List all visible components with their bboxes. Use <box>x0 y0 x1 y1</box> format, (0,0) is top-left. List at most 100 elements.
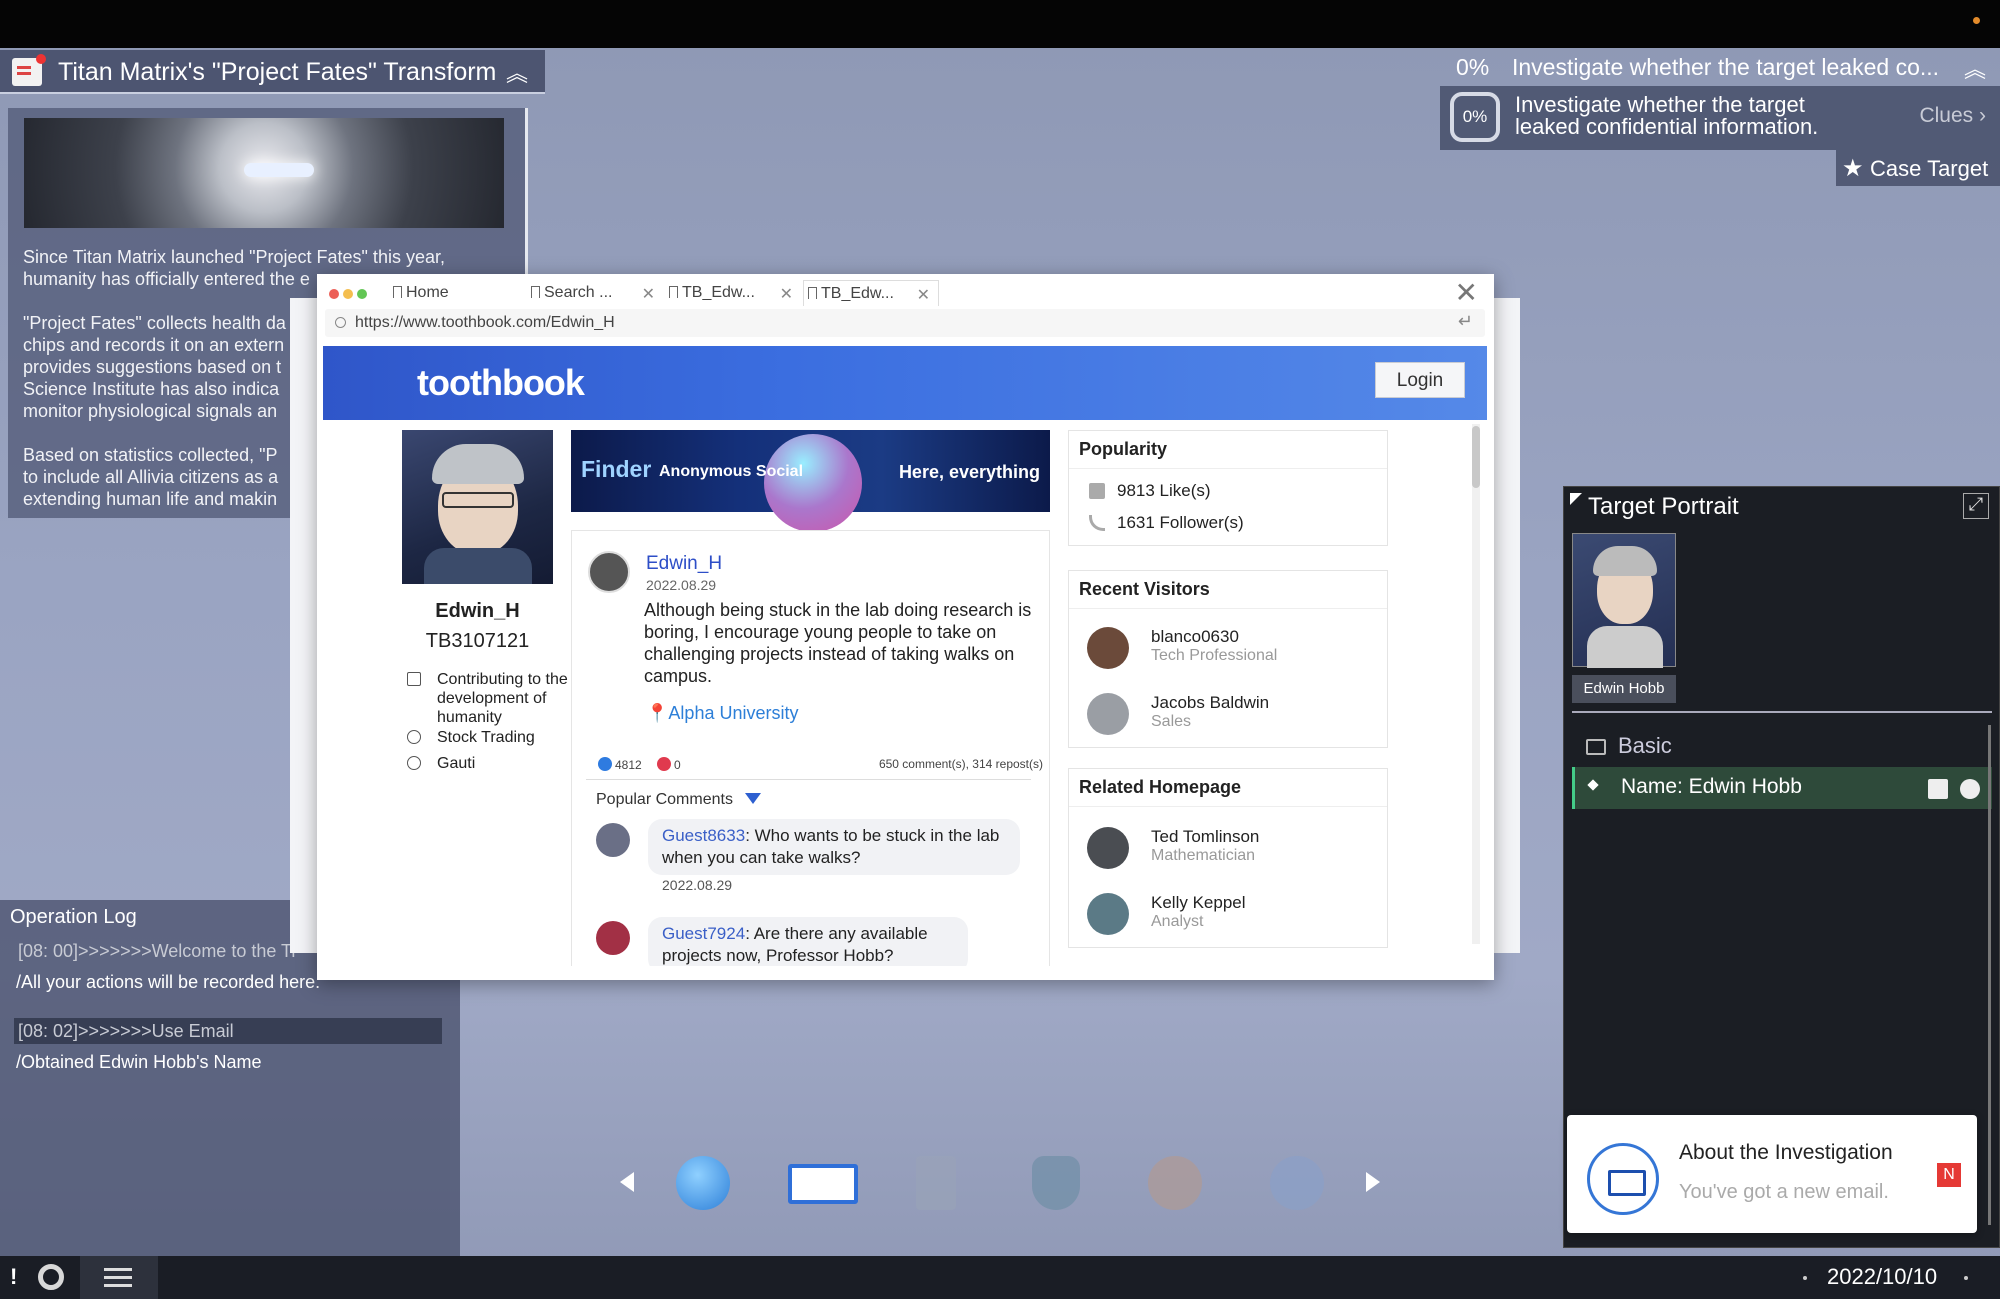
profile-id: TB3107121 <box>425 630 530 652</box>
tab-search[interactable]: Search ... ✕ <box>527 280 663 306</box>
operation-log-title: Operation Log <box>10 906 137 928</box>
close-dot-icon[interactable] <box>329 289 339 299</box>
commenter-avatar[interactable] <box>596 921 630 955</box>
case-target-button[interactable]: ★ Case Target <box>1836 150 2000 186</box>
game-date: 2022/10/10 <box>1827 1264 1938 1289</box>
clues-label: Clues <box>1919 104 1974 127</box>
bookmark-icon <box>669 286 678 298</box>
avatar <box>1087 827 1129 869</box>
news-header[interactable]: Titan Matrix's "Project Fates" Transform… <box>0 50 545 94</box>
post-avatar[interactable] <box>588 551 630 593</box>
hair-shape <box>432 444 524 484</box>
profile-avatar <box>402 430 553 584</box>
dock-prev-icon[interactable] <box>620 1172 634 1192</box>
post-username[interactable]: Edwin_H <box>646 553 722 575</box>
related-homepage-title: Related Homepage <box>1069 769 1387 807</box>
recent-visitors-card: Recent Visitors blanco0630 Tech Professio… <box>1068 570 1388 748</box>
notification-title: About the Investigation <box>1679 1141 1893 1164</box>
globe-icon[interactable] <box>1960 779 1980 799</box>
related-row[interactable]: Kelly Keppel Analyst <box>1069 883 1387 935</box>
toothbook-logo[interactable]: toothbook <box>417 362 585 404</box>
profile-info-item: Stock Trading <box>405 728 575 747</box>
related-row[interactable]: Ted Tomlinson Mathematician <box>1069 817 1387 869</box>
post-location[interactable]: 📍Alpha University <box>646 703 798 724</box>
visitor-role: Sales <box>1151 713 1192 730</box>
enter-icon[interactable]: ↵ <box>1458 311 1473 332</box>
shield-icon[interactable] <box>1032 1156 1080 1210</box>
dock-next-icon[interactable] <box>1366 1172 1380 1192</box>
gear-icon[interactable] <box>38 1264 64 1290</box>
comment-user[interactable]: Guest8633 <box>662 826 745 845</box>
login-button[interactable]: Login <box>1375 362 1465 398</box>
target-photo[interactable] <box>1572 533 1676 668</box>
tab-home[interactable]: Home <box>389 280 525 306</box>
document-icon[interactable] <box>1928 779 1948 799</box>
visitor-name: Jacobs Baldwin <box>1151 693 1270 712</box>
scrollbar-thumb[interactable] <box>1472 426 1480 488</box>
news-title: Titan Matrix's "Project Fates" Transform <box>58 58 496 86</box>
heart-icon <box>407 730 421 744</box>
email-icon[interactable] <box>788 1164 858 1204</box>
phone-icon[interactable] <box>1270 1156 1324 1210</box>
visitor-row[interactable]: blanco0630 Tech Professional <box>1069 617 1387 669</box>
post-card: Edwin_H 2022.08.29 Although being stuck … <box>571 530 1050 966</box>
news-icon <box>12 54 46 86</box>
alert-icon[interactable]: ! <box>10 1264 17 1290</box>
collapse-up-icon[interactable]: ︽ <box>1964 52 1986 84</box>
email-icon <box>1587 1143 1659 1215</box>
tab-label: Home <box>406 284 449 301</box>
notification-subtitle: You've got a new email. <box>1679 1181 1889 1203</box>
avatar <box>1087 627 1129 669</box>
target-portrait-title: Target Portrait <box>1588 493 1739 520</box>
close-tab-icon[interactable]: ✕ <box>642 284 655 304</box>
finder-banner[interactable]: Finder Anonymous Social Here, everything <box>571 430 1050 532</box>
comment-user[interactable]: Guest7924 <box>662 924 745 943</box>
scrollbar[interactable] <box>1988 725 1991 1225</box>
dislike-icon[interactable] <box>657 757 672 771</box>
related-role: Analyst <box>1151 913 1204 930</box>
log-line: [08: 02]>>>>>>>Use Email <box>14 1018 442 1044</box>
new-badge: N <box>1937 1163 1961 1187</box>
task-list-icon[interactable] <box>80 1256 158 1299</box>
related-name: Kelly Keppel <box>1151 893 1246 912</box>
popularity-list: 9813 Like(s) 1631 Follower(s) <box>1069 469 1387 545</box>
minimize-dot-icon[interactable] <box>343 289 353 299</box>
commenter-avatar[interactable] <box>596 823 630 857</box>
bookmark-icon <box>531 286 540 298</box>
clues-link[interactable]: Clues › <box>1919 104 1986 128</box>
related-homepage-card: Related Homepage Ted Tomlinson Mathematic… <box>1068 768 1388 948</box>
browser-window: Home Search ... ✕ TB_Edw... ✕ TB_Edw... ✕ ✕… <box>317 274 1494 980</box>
tab-tb-edwin-1[interactable]: TB_Edw... ✕ <box>665 280 801 306</box>
page-scrollbar[interactable] <box>1472 424 1480 944</box>
comments-reposts: 650 comment(s), 314 repost(s) <box>878 757 1043 771</box>
task-header[interactable]: 0% Investigate whether the target leaked… <box>1440 50 2000 86</box>
maximize-dot-icon[interactable] <box>357 289 367 299</box>
orb-graphic <box>764 434 862 532</box>
basic-section-header[interactable]: Basic <box>1572 725 1992 767</box>
like-icon[interactable] <box>598 757 612 771</box>
collapse-up-icon[interactable]: ︽ <box>506 56 528 88</box>
visitor-row[interactable]: Jacobs Baldwin Sales <box>1069 683 1387 735</box>
close-tab-icon[interactable]: ✕ <box>780 284 793 304</box>
close-tab-icon[interactable]: ✕ <box>917 285 930 305</box>
tab-tb-edwin-2[interactable]: TB_Edw... ✕ <box>803 280 939 306</box>
calendar-icon <box>407 672 421 686</box>
divider <box>586 779 1031 780</box>
name-row[interactable]: Name: Edwin Hobb <box>1572 767 1992 809</box>
dropdown-icon <box>744 793 761 804</box>
task-card[interactable]: 0% Investigate whether the target leaked… <box>1440 86 2000 150</box>
hi-chat-icon[interactable] <box>1148 1156 1202 1210</box>
document-icon[interactable] <box>916 1156 956 1210</box>
expand-icon[interactable]: ⤢ <box>1963 493 1989 519</box>
popularity-title: Popularity <box>1069 431 1387 469</box>
post-body: Although being stuck in the lab doing re… <box>644 600 1032 686</box>
tab-label: Search ... <box>544 284 613 301</box>
address-bar[interactable]: https://www.toothbook.com/Edwin_H ↵ <box>325 309 1485 337</box>
popular-comments-toggle[interactable]: Popular Comments <box>596 791 761 809</box>
separator-dot <box>1803 1276 1807 1280</box>
browser-globe-icon[interactable] <box>676 1156 730 1210</box>
hair-shape <box>1593 546 1657 576</box>
notification[interactable]: About the Investigation You've got a new… <box>1567 1115 1977 1233</box>
news-image <box>24 118 504 228</box>
close-window-icon[interactable]: ✕ <box>1455 276 1478 309</box>
